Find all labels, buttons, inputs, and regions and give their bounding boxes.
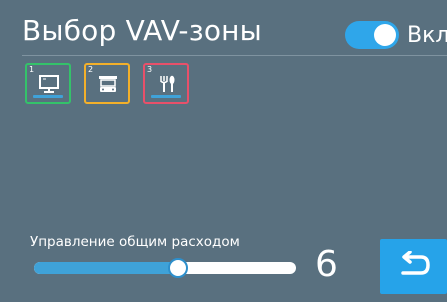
toggle-label: Вкл: [407, 22, 447, 48]
zone-indicator: [151, 95, 181, 98]
flow-slider-handle[interactable]: [168, 258, 189, 278]
back-arrow-icon: [401, 251, 430, 275]
zone-indicator: [92, 95, 122, 98]
flow-control-label: Управление общим расходом: [30, 234, 240, 250]
fork-knife-icon: [160, 75, 175, 92]
zone-selected-indicator: [33, 95, 63, 98]
zone-button-2[interactable]: 2: [84, 63, 130, 104]
flow-value: 6: [315, 244, 338, 285]
header-divider: [22, 55, 447, 56]
power-toggle-group[interactable]: Вкл: [345, 20, 447, 50]
flow-slider-track[interactable]: [34, 258, 296, 278]
back-button[interactable]: [380, 239, 447, 294]
monitor-icon: [39, 75, 59, 93]
toggle-knob[interactable]: [374, 24, 396, 46]
zone-number: 2: [88, 65, 94, 74]
flow-slider-fill: [34, 262, 179, 274]
page-title: Выбор VAV-зоны: [22, 14, 262, 47]
cinema-screen-icon: [99, 76, 117, 92]
zone-button-1[interactable]: 1: [25, 63, 71, 104]
zone-list: 1 2 3: [25, 63, 189, 104]
screen: Выбор VAV-зоны Вкл 1 2 3 Управление общи…: [0, 0, 447, 302]
zone-number: 3: [147, 65, 153, 74]
zone-button-3[interactable]: 3: [143, 63, 189, 104]
power-toggle[interactable]: [345, 21, 399, 49]
zone-number: 1: [29, 65, 35, 74]
